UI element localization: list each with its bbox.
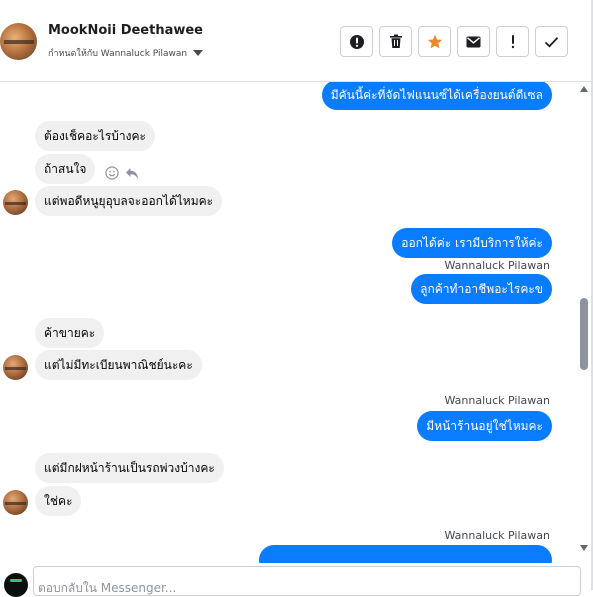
alert-circle-icon: [349, 34, 364, 49]
contact-avatar: [3, 490, 28, 515]
scroll-up-arrow-icon[interactable]: [580, 86, 588, 92]
message-bubble[interactable]: มีคันนี้ค่ะที่จัดไฟแนนซ์ได้เครื่องยนต์ดี…: [321, 82, 552, 110]
sender-label: Wannaluck Pilawan: [444, 394, 551, 407]
message-tools: [105, 166, 139, 180]
conversation-header: MookNoii Deethawee กำหนดให้กับ Wannaluck…: [0, 0, 591, 82]
contact-avatar: [3, 190, 28, 215]
message-bubble[interactable]: ต้องเช็คอะไรบ้างคะ: [35, 121, 155, 151]
contact-avatar[interactable]: [0, 23, 37, 60]
scrollbar-thumb[interactable]: [580, 298, 588, 370]
message-bubble[interactable]: ลูกค้าทำอาชีพอะไรคะข: [411, 274, 552, 304]
contact-avatar: [3, 355, 28, 380]
envelope-icon: [466, 36, 481, 47]
message-bubble[interactable]: แต่มีกฝหน้าร้านเป็นรถพ่วงบ้างคะ: [35, 453, 224, 483]
mark-unread-button[interactable]: [457, 26, 490, 57]
chevron-down-icon: [193, 50, 204, 56]
reply-input[interactable]: [33, 566, 581, 596]
sender-label: Wannaluck Pilawan: [444, 259, 551, 272]
contact-name[interactable]: MookNoii Deethawee: [48, 23, 203, 38]
assignee-label: กำหนดให้กับ Wannaluck Pilawan: [48, 49, 188, 59]
reply-composer: [0, 563, 591, 597]
mark-important-button[interactable]: [340, 26, 373, 57]
reply-icon[interactable]: [125, 167, 139, 180]
conversation-scrollbar[interactable]: [577, 82, 591, 554]
spam-button[interactable]: [496, 26, 529, 57]
emoji-reaction-icon[interactable]: [105, 166, 119, 180]
message-bubble[interactable]: แต่ไม่มีทะเบียนพาณิชย์นะคะ: [35, 350, 202, 380]
assignee-selector[interactable]: กำหนดให้กับ Wannaluck Pilawan: [48, 46, 204, 60]
trash-icon: [389, 34, 402, 48]
message-bubble[interactable]: ใช่คะ: [35, 486, 82, 516]
page-avatar: [4, 573, 28, 597]
message-bubble-partial[interactable]: [259, 545, 552, 563]
message-bubble[interactable]: ออกได้ค่ะ เรามีบริการให้ค่ะ: [392, 228, 552, 258]
message-bubble[interactable]: แต่พอดีหนูยุอุบลจะออกได้ไหมคะ: [35, 186, 223, 216]
exclamation-icon: [511, 35, 514, 49]
message-bubble[interactable]: ค้าขายคะ: [35, 318, 105, 348]
star-icon: [427, 34, 442, 48]
message-bubble[interactable]: ถ้าสนใจ: [35, 154, 96, 184]
sender-label: Wannaluck Pilawan: [444, 529, 551, 542]
messenger-conversation-panel: MookNoii Deethawee กำหนดให้กับ Wannaluck…: [0, 0, 593, 597]
delete-button[interactable]: [379, 26, 412, 57]
check-icon: [544, 36, 559, 47]
conversation-actions: [340, 26, 568, 57]
scroll-down-arrow-icon[interactable]: [580, 545, 588, 551]
message-bubble[interactable]: มีหน้าร้านอยู่ใช่ไหมคะ: [417, 411, 552, 441]
mark-done-button[interactable]: [535, 26, 568, 57]
star-button[interactable]: [418, 26, 451, 57]
message-list: มีคันนี้ค่ะที่จัดไฟแนนซ์ได้เครื่องยนต์ดี…: [0, 82, 577, 563]
